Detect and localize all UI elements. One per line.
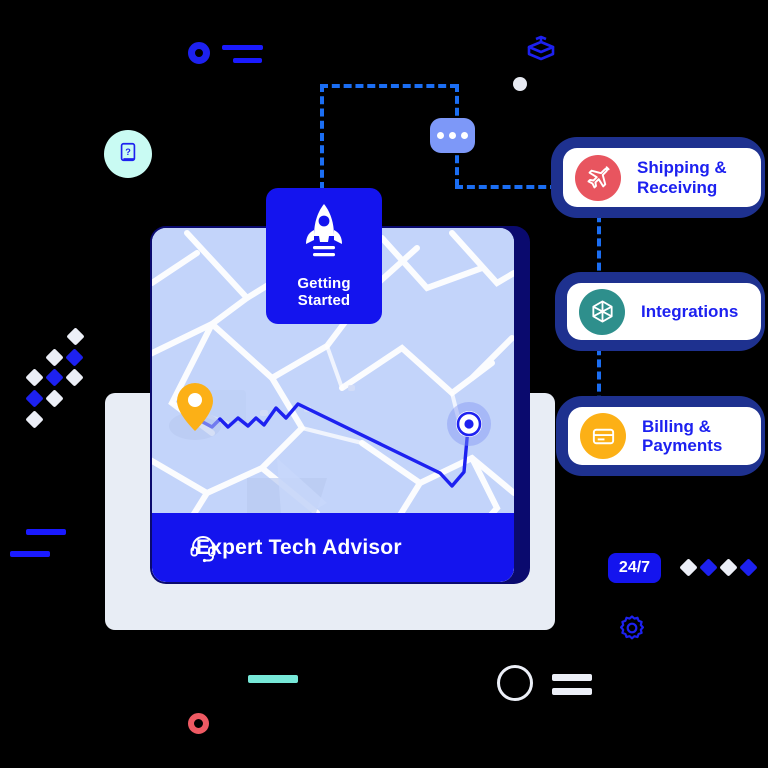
decor-diamond xyxy=(679,558,698,577)
advisor-label: Expert Tech Advisor xyxy=(196,535,402,559)
airplane-icon xyxy=(575,154,621,201)
svg-text:?: ? xyxy=(125,147,131,157)
sidebar-item-integrations[interactable]: Integrations xyxy=(567,283,761,340)
chat-bubble[interactable] xyxy=(430,118,475,153)
decor-bar-top-1 xyxy=(222,45,263,50)
open-box-icon xyxy=(524,33,558,72)
help-badge[interactable]: ? xyxy=(104,130,152,178)
credit-card-icon xyxy=(580,413,626,459)
sidebar-item-shipping-receiving[interactable]: Shipping & Receiving xyxy=(563,148,761,207)
billing-line-1: Billing & xyxy=(642,416,711,436)
chat-dot-1 xyxy=(437,132,444,139)
decor-diamond xyxy=(25,368,44,387)
shipping-line-2: Receiving xyxy=(637,177,718,197)
decor-dot-gray xyxy=(513,77,527,91)
illustration-canvas: ? Expert Tech Advisor Getting Started Sh… xyxy=(0,0,768,768)
decor-bar-bottom-1 xyxy=(552,674,592,681)
badge-24-7-label: 24/7 xyxy=(618,559,651,576)
getting-started-card[interactable]: Getting Started xyxy=(266,188,382,324)
chat-dot-3 xyxy=(461,132,468,139)
donut-icon xyxy=(188,42,210,64)
decor-diamond xyxy=(65,348,84,367)
shipping-label: Shipping & Receiving xyxy=(637,158,727,197)
getting-started-line-2: Started xyxy=(297,292,351,310)
integrations-line-1: Integrations xyxy=(641,301,739,321)
decor-diamond xyxy=(45,348,64,367)
gear-icon xyxy=(616,612,648,649)
rocket-icon xyxy=(300,202,348,269)
decor-bar-top-2 xyxy=(233,58,262,63)
decor-diamond xyxy=(25,389,44,408)
decor-bar-left-2 xyxy=(10,551,50,557)
decor-diamond xyxy=(66,327,85,346)
integrations-label: Integrations xyxy=(641,302,738,321)
decor-bar-bottom-2 xyxy=(552,688,592,695)
shipping-line-1: Shipping & xyxy=(637,158,727,178)
badge-24-7[interactable]: 24/7 xyxy=(608,553,661,583)
help-book-icon: ? xyxy=(117,141,139,168)
expert-tech-advisor-bar[interactable]: Expert Tech Advisor xyxy=(152,513,514,582)
decor-diamond xyxy=(45,389,64,408)
decor-diamond xyxy=(719,558,738,577)
headset-icon xyxy=(188,533,218,568)
decor-diamond xyxy=(699,558,718,577)
decor-bar-teal xyxy=(248,675,298,683)
connector-dashed-vertical-left xyxy=(320,84,324,190)
getting-started-label: Getting Started xyxy=(297,275,350,310)
circle-outline-icon xyxy=(497,665,533,701)
donut-icon xyxy=(188,713,209,734)
hexagon-cube-icon xyxy=(579,288,625,335)
sidebar-item-billing-payments[interactable]: Billing & Payments xyxy=(568,407,761,465)
decor-bar-left-1 xyxy=(26,529,66,535)
billing-line-2: Payments xyxy=(642,436,723,455)
decor-diamond xyxy=(739,558,758,577)
getting-started-line-1: Getting xyxy=(297,275,351,292)
connector-dashed-horizontal-top xyxy=(320,84,458,88)
billing-label: Billing & Payments xyxy=(642,417,722,456)
decor-diamond xyxy=(65,368,84,387)
chat-dot-2 xyxy=(449,132,456,139)
decor-diamond xyxy=(25,410,44,429)
decor-diamond xyxy=(45,368,64,387)
